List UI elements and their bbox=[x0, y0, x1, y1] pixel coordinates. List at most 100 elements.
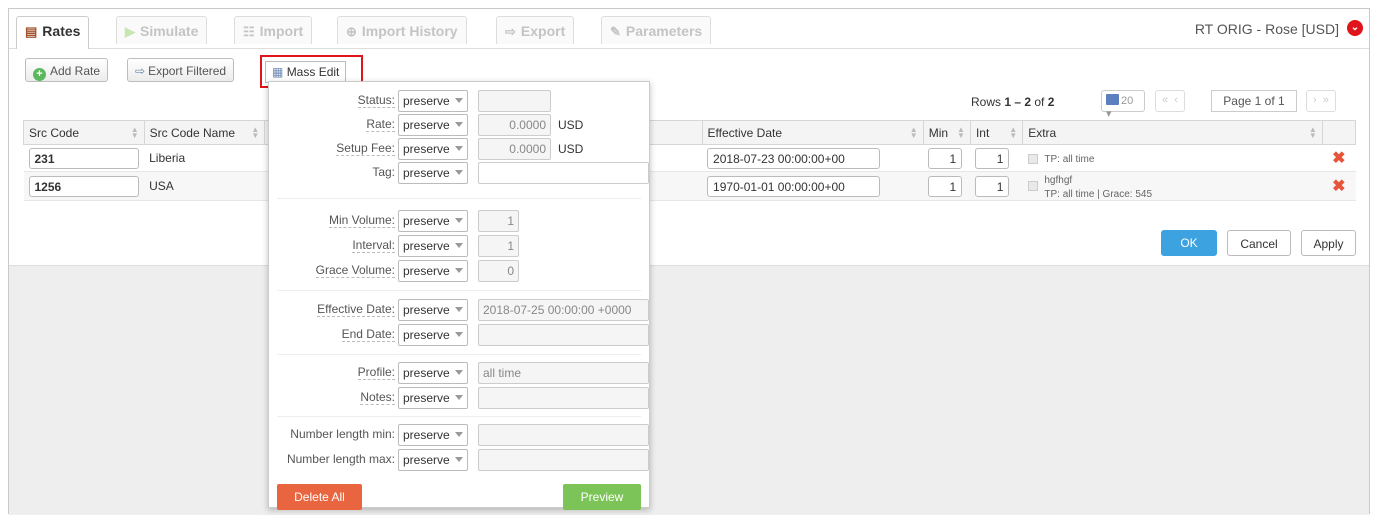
caret-down-icon bbox=[455, 332, 463, 337]
number-length-min-field[interactable] bbox=[478, 424, 649, 446]
ok-button[interactable]: OK bbox=[1161, 230, 1217, 256]
end-date-select[interactable]: preserve bbox=[398, 324, 468, 346]
expand-icon[interactable] bbox=[1027, 181, 1038, 191]
caret-down-icon bbox=[455, 370, 463, 375]
setup-fee-field[interactable]: 0.0000 bbox=[478, 138, 551, 160]
export-icon: ⇨ bbox=[505, 24, 516, 39]
number-length-min-select[interactable]: preserve bbox=[398, 424, 468, 446]
column-header-min[interactable]: Min ▲ ▼ bbox=[922, 120, 971, 145]
chevron-down-icon[interactable]: ⌄ bbox=[1347, 20, 1363, 36]
delete-icon[interactable]: ✖ bbox=[1332, 178, 1345, 195]
setup-fee-currency: USD bbox=[558, 142, 584, 156]
column-header-src-code[interactable]: Src Code ▲ ▼ bbox=[23, 120, 145, 145]
column-header-src-code-name[interactable]: Src Code Name ▲ ▼ bbox=[143, 120, 266, 145]
column-header-extra[interactable]: Extra ▲ ▼ bbox=[1022, 120, 1323, 145]
effective-date-field[interactable]: 2018-07-25 00:00:00 +0000 bbox=[478, 299, 649, 321]
status-field[interactable] bbox=[478, 90, 551, 112]
caret-down-icon bbox=[455, 457, 463, 462]
src-code-name: Liberia bbox=[144, 144, 265, 172]
caret-down-icon bbox=[455, 432, 463, 437]
tab-simulate[interactable]: ▶ Simulate bbox=[116, 16, 208, 44]
setup-fee-row: Setup Fee: preserve 0.0000 USD bbox=[269, 138, 649, 160]
effective-date-input[interactable]: 1970-01-01 00:00:00+00 bbox=[707, 175, 881, 197]
interval-select[interactable]: preserve bbox=[398, 235, 468, 257]
tab-import[interactable]: ☷ Import bbox=[234, 16, 313, 44]
delete-icon[interactable]: ✖ bbox=[1332, 150, 1345, 167]
interval-field[interactable]: 1 bbox=[478, 235, 519, 257]
column-header-int[interactable]: Int ▲ ▼ bbox=[969, 120, 1024, 145]
caret-down-icon bbox=[455, 98, 463, 103]
tab-import-history[interactable]: ⊕ Import History bbox=[337, 16, 467, 44]
effective-date-input[interactable]: 2018-07-23 00:00:00+00 bbox=[707, 147, 881, 169]
setup-fee-select[interactable]: preserve bbox=[398, 138, 468, 160]
src-code-input[interactable]: 231 bbox=[28, 147, 139, 169]
caret-down-icon bbox=[455, 307, 463, 312]
export-filtered-button[interactable]: ⇨ Export Filtered bbox=[127, 58, 235, 82]
tag-field[interactable] bbox=[478, 162, 649, 184]
min-input[interactable]: 1 bbox=[928, 147, 963, 169]
pencil-icon: ✎ bbox=[610, 24, 621, 39]
column-header-delete bbox=[1321, 120, 1357, 145]
caret-down-icon bbox=[455, 146, 463, 151]
table-row: 1256 USA — 1970-01-01 00:00:00+00 1 1 hg… bbox=[23, 171, 1356, 201]
rate-select[interactable]: preserve bbox=[398, 114, 468, 136]
src-code-input[interactable]: 1256 bbox=[28, 175, 139, 197]
column-header-effective-date[interactable]: Effective Date ▲ ▼ bbox=[701, 120, 924, 145]
rate-currency: USD bbox=[558, 118, 584, 132]
tab-rates[interactable]: ▤ Rates bbox=[16, 16, 90, 49]
end-date-row: End Date: preserve bbox=[269, 324, 649, 346]
mass-edit-popup: Status: preserve Rate: preserve 0.0000 U… bbox=[268, 81, 650, 510]
status-row: Status: preserve bbox=[269, 90, 649, 112]
number-length-min-row: Number length min: preserve bbox=[269, 424, 649, 446]
profile-row: Profile: preserve all time bbox=[269, 362, 649, 384]
number-length-max-select[interactable]: preserve bbox=[398, 449, 468, 471]
interval-row: Interval: preserve 1 bbox=[269, 235, 649, 257]
min-volume-select[interactable]: preserve bbox=[398, 210, 468, 232]
status-select[interactable]: preserve bbox=[398, 90, 468, 112]
caret-down-icon bbox=[455, 268, 463, 273]
notes-field[interactable] bbox=[478, 387, 649, 409]
tab-parameters[interactable]: ✎ Parameters bbox=[601, 16, 712, 44]
profile-field[interactable]: all time bbox=[478, 362, 649, 384]
expand-icon[interactable] bbox=[1027, 153, 1038, 164]
rate-row: Rate: preserve 0.0000 USD bbox=[269, 114, 649, 136]
grace-volume-select[interactable]: preserve bbox=[398, 260, 468, 282]
preview-button[interactable]: Preview bbox=[563, 484, 641, 510]
rates-table: Src Code ▲ ▼ Src Code Name ▲ ▼ Effective Dat… bbox=[23, 120, 1357, 201]
rate-field[interactable]: 0.0000 bbox=[478, 114, 551, 136]
min-volume-field[interactable]: 1 bbox=[478, 210, 519, 232]
min-input[interactable]: 1 bbox=[928, 175, 963, 197]
add-rate-button[interactable]: + Add Rate bbox=[25, 58, 109, 82]
divider bbox=[277, 290, 641, 291]
apply-button[interactable]: Apply bbox=[1301, 230, 1356, 256]
end-date-field[interactable] bbox=[478, 324, 649, 346]
first-page-button[interactable]: « ‹ bbox=[1155, 90, 1185, 112]
page-indicator: Page 1 of 1 bbox=[1211, 90, 1297, 112]
grace-volume-field[interactable]: 0 bbox=[478, 260, 519, 282]
history-icon: ⊕ bbox=[346, 24, 357, 39]
import-icon: ☷ bbox=[243, 24, 255, 39]
number-length-max-field[interactable] bbox=[478, 449, 649, 471]
caret-down-icon bbox=[455, 243, 463, 248]
tag-row: Tag: preserve bbox=[269, 162, 649, 184]
tag-select[interactable]: preserve bbox=[398, 162, 468, 184]
tab-export[interactable]: ⇨ Export bbox=[496, 16, 575, 44]
caret-down-icon bbox=[455, 122, 463, 127]
delete-all-button[interactable]: Delete All bbox=[277, 484, 362, 510]
last-page-button[interactable]: › » bbox=[1306, 90, 1336, 112]
caret-down-icon bbox=[455, 218, 463, 223]
profile-select[interactable]: preserve bbox=[398, 362, 468, 384]
grid-icon bbox=[1106, 94, 1119, 105]
empty-area bbox=[9, 265, 1369, 515]
per-page-select[interactable]: 20 ▾ bbox=[1101, 90, 1145, 120]
grace-volume-row: Grace Volume: preserve 0 bbox=[269, 260, 649, 282]
int-input[interactable]: 1 bbox=[975, 175, 1010, 197]
int-input[interactable]: 1 bbox=[975, 147, 1010, 169]
rates-icon: ▤ bbox=[25, 24, 38, 39]
effective-date-select[interactable]: preserve bbox=[398, 299, 468, 321]
table-row: 231 Liberia — 2018-07-23 00:00:00+00 1 1… bbox=[23, 144, 1356, 172]
cancel-button[interactable]: Cancel bbox=[1227, 230, 1291, 256]
notes-select[interactable]: preserve bbox=[398, 387, 468, 409]
caret-down-icon bbox=[455, 395, 463, 400]
divider bbox=[277, 416, 641, 417]
